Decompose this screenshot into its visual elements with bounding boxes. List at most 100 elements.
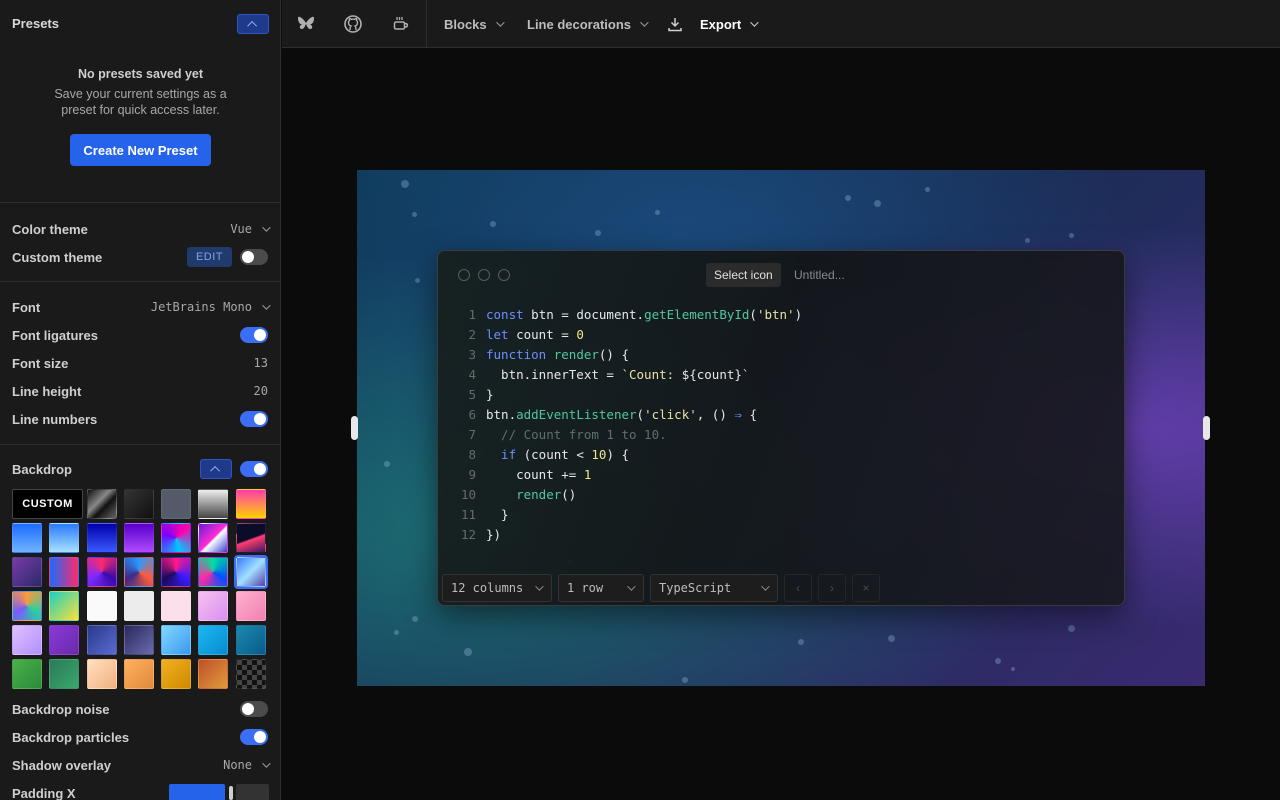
language-select[interactable]: TypeScript bbox=[650, 574, 778, 602]
backdrop-swatch[interactable] bbox=[198, 489, 229, 519]
code-token: btn. bbox=[486, 407, 517, 422]
backdrop-swatch[interactable] bbox=[49, 659, 80, 689]
code-token: // Count from 1 to 10. bbox=[486, 427, 667, 442]
chevron-up-icon bbox=[209, 465, 220, 476]
backdrop-swatch[interactable] bbox=[49, 557, 80, 587]
backdrop-noise-label: Backdrop noise bbox=[12, 701, 110, 717]
backdrop-collapse-button[interactable] bbox=[200, 459, 232, 479]
export-label: Export bbox=[700, 16, 742, 32]
backdrop-swatch[interactable] bbox=[161, 557, 192, 587]
line-height-row: Line height 20 bbox=[12, 381, 268, 401]
backdrop-noise-row: Backdrop noise bbox=[12, 699, 268, 719]
edit-theme-button[interactable]: EDIT bbox=[186, 247, 232, 267]
backdrop-particles-label: Backdrop particles bbox=[12, 729, 130, 745]
backdrop-swatch[interactable] bbox=[123, 523, 154, 553]
presets-collapse-button[interactable] bbox=[237, 14, 269, 34]
backdrop-swatch[interactable] bbox=[12, 591, 42, 621]
font-size-input[interactable]: 13 bbox=[254, 356, 268, 370]
padding-x-slider-fill[interactable] bbox=[169, 784, 225, 800]
backdrop-swatch[interactable] bbox=[12, 625, 42, 655]
backdrop-swatch[interactable] bbox=[235, 489, 266, 519]
blocks-menu[interactable]: Blocks bbox=[444, 0, 505, 48]
shadow-overlay-select[interactable]: None bbox=[223, 758, 271, 772]
backdrop-particle bbox=[464, 648, 472, 656]
line-numbers-row: Line numbers bbox=[12, 409, 268, 429]
backdrop-swatch[interactable] bbox=[198, 523, 229, 553]
line-number: 5 bbox=[468, 387, 476, 402]
backdrop-swatch[interactable] bbox=[198, 591, 229, 621]
color-theme-select[interactable]: Vue bbox=[230, 222, 271, 236]
rows-select[interactable]: 1 row bbox=[558, 574, 644, 602]
backdrop-swatch[interactable] bbox=[86, 557, 117, 587]
backdrop-particle bbox=[1011, 667, 1015, 671]
color-theme-row[interactable]: Color theme Vue bbox=[12, 219, 271, 239]
backdrop-swatch[interactable] bbox=[235, 591, 266, 621]
resize-handle-left[interactable] bbox=[351, 416, 358, 440]
line-numbers-toggle[interactable] bbox=[240, 411, 268, 427]
backdrop-swatch[interactable] bbox=[161, 523, 192, 553]
backdrop-toggle[interactable] bbox=[240, 461, 268, 477]
backdrop-swatch[interactable] bbox=[198, 625, 229, 655]
backdrop-swatch[interactable] bbox=[123, 659, 154, 689]
backdrop-swatch[interactable] bbox=[198, 557, 229, 587]
window-title-input[interactable]: Untitled... bbox=[794, 263, 845, 287]
font-row[interactable]: Font JetBrains Mono bbox=[12, 297, 271, 317]
backdrop-swatch[interactable] bbox=[161, 625, 192, 655]
font-ligatures-row: Font ligatures bbox=[12, 325, 268, 345]
chevron-left-icon[interactable]: ‹ bbox=[784, 574, 812, 602]
backdrop-swatch[interactable] bbox=[49, 625, 80, 655]
line-height-input[interactable]: 20 bbox=[254, 384, 268, 398]
select-icon-button[interactable]: Select icon bbox=[706, 263, 781, 287]
create-preset-button[interactable]: Create New Preset bbox=[70, 134, 211, 166]
butterfly-icon[interactable] bbox=[296, 0, 316, 48]
backdrop-swatch[interactable] bbox=[86, 659, 117, 689]
padding-x-label: Padding X bbox=[12, 785, 76, 800]
code-token: render bbox=[553, 347, 599, 362]
code-token: { bbox=[741, 407, 757, 422]
backdrop-noise-toggle[interactable] bbox=[240, 701, 268, 717]
backdrop-swatch[interactable] bbox=[12, 523, 42, 553]
backdrop-swatch[interactable] bbox=[235, 659, 266, 689]
chevron-right-icon[interactable]: › bbox=[818, 574, 846, 602]
backdrop-swatch[interactable] bbox=[123, 557, 154, 587]
github-icon[interactable] bbox=[344, 0, 362, 48]
backdrop-swatch[interactable] bbox=[235, 625, 266, 655]
backdrop-swatch[interactable] bbox=[161, 591, 192, 621]
font-ligatures-toggle[interactable] bbox=[240, 327, 268, 343]
backdrop-swatch[interactable] bbox=[161, 659, 192, 689]
resize-handle-right[interactable] bbox=[1203, 416, 1210, 440]
backdrop-swatch[interactable] bbox=[86, 591, 117, 621]
backdrop-swatch[interactable] bbox=[198, 659, 229, 689]
code-token: function bbox=[486, 347, 547, 362]
backdrop-swatch[interactable] bbox=[123, 625, 154, 655]
custom-theme-toggle[interactable] bbox=[240, 249, 268, 265]
backdrop-swatch[interactable] bbox=[161, 489, 192, 519]
backdrop-label: Backdrop bbox=[12, 461, 72, 477]
backdrop-swatch[interactable] bbox=[49, 523, 80, 553]
backdrop-swatch[interactable] bbox=[86, 523, 117, 553]
backdrop-particles-row: Backdrop particles bbox=[12, 727, 268, 747]
close-icon[interactable]: × bbox=[852, 574, 880, 602]
padding-x-slider-handle[interactable] bbox=[229, 786, 233, 800]
backdrop-swatch[interactable] bbox=[86, 489, 117, 519]
coffee-icon[interactable] bbox=[392, 0, 410, 48]
backdrop-swatch[interactable] bbox=[12, 659, 42, 689]
backdrop-particle bbox=[394, 630, 399, 635]
backdrop-swatch[interactable] bbox=[12, 557, 42, 587]
backdrop-swatch[interactable] bbox=[123, 591, 154, 621]
backdrop-particles-toggle[interactable] bbox=[240, 729, 268, 745]
backdrop-swatch[interactable] bbox=[235, 523, 266, 553]
backdrop-swatch[interactable] bbox=[49, 591, 80, 621]
padding-x-slider-track[interactable] bbox=[236, 784, 269, 800]
chevron-up-icon bbox=[246, 20, 257, 31]
backdrop-swatch[interactable] bbox=[123, 489, 154, 519]
backdrop-swatch[interactable] bbox=[86, 625, 117, 655]
shadow-overlay-row[interactable]: Shadow overlay None bbox=[12, 755, 271, 775]
custom-backdrop-swatch[interactable]: CUSTOM bbox=[12, 489, 83, 519]
backdrop-swatch[interactable] bbox=[233, 555, 268, 589]
font-select[interactable]: JetBrains Mono bbox=[151, 300, 271, 314]
line-decorations-menu[interactable]: Line decorations bbox=[527, 0, 649, 48]
export-menu[interactable]: Export bbox=[668, 0, 759, 48]
columns-select[interactable]: 12 columns bbox=[442, 574, 552, 602]
code-editor[interactable]: 1 const btn = document. getElementById('bt… bbox=[454, 305, 802, 545]
